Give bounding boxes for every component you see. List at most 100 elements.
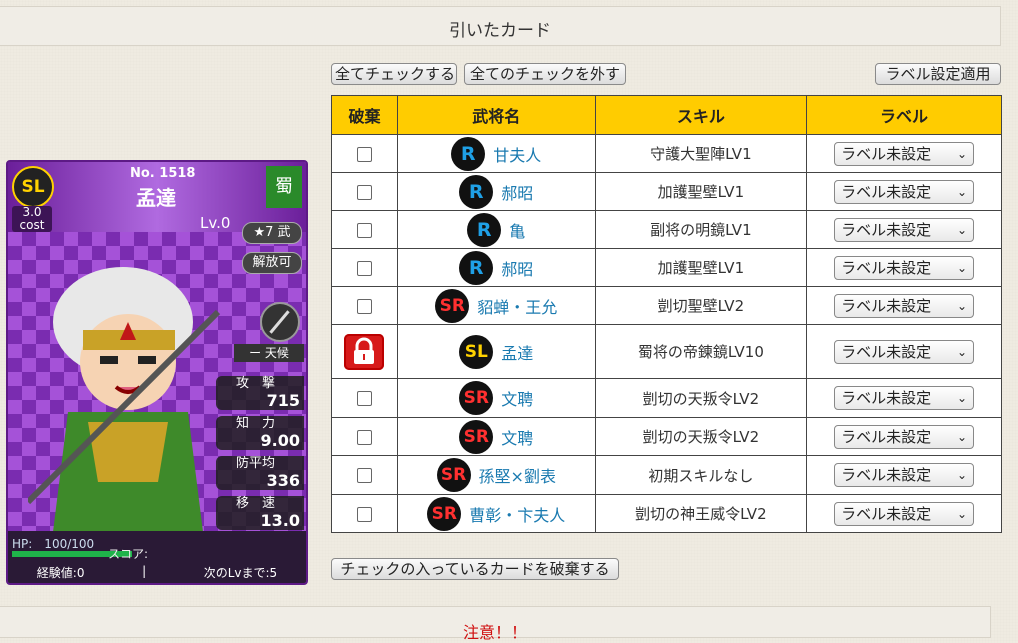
general-name-link[interactable]: 孫堅×劉表 (479, 463, 556, 487)
general-name-link[interactable]: 貂蝉・王允 (477, 294, 557, 318)
skill-cell: 加護聖壁LV1 (594, 248, 808, 287)
chevron-down-icon: ⌄ (957, 222, 968, 237)
label-select[interactable]: ラベル未設定 ⌄ (834, 424, 975, 449)
discard-checked-button[interactable]: チェックの入っているカードを破棄する (331, 558, 619, 580)
label-cell: ラベル未設定 ⌄ (806, 417, 1002, 456)
skill-cell: 剴切の神王威令LV2 (594, 494, 808, 533)
name-cell: SR 孫堅×劉表 (396, 455, 596, 495)
rarity-badge: SR (427, 496, 462, 531)
exp-separator: | (142, 564, 147, 578)
label-cell: ラベル未設定 ⌄ (806, 378, 1002, 418)
label-select[interactable]: ラベル未設定 ⌄ (834, 293, 975, 318)
label-select[interactable]: ラベル未設定 ⌄ (834, 386, 975, 410)
general-name-link[interactable]: 郝昭 (501, 256, 533, 280)
label-select[interactable]: ラベル未設定 ⌄ (834, 463, 975, 487)
discard-cell (331, 172, 398, 211)
stat-label: 攻 撃 (236, 376, 276, 391)
rarity-badge: R (451, 136, 486, 171)
name-wrap: SR 孫堅×劉表 (398, 458, 595, 492)
discard-checkbox[interactable] (356, 391, 372, 406)
name-wrap: R亀 (398, 212, 595, 247)
col-name: 武将名 (396, 95, 596, 135)
label-cell: ラベル未設定 ⌄ (806, 210, 1002, 249)
exp-text: 経験値:0 (36, 566, 85, 580)
name-wrap: R 郝昭 (398, 250, 595, 285)
general-name-link[interactable]: 文聘 (501, 386, 533, 410)
table-row: R 亀副将の明鏡LV1 ラベル未設定 ⌄ (331, 210, 1002, 249)
uncheck-all-button[interactable]: 全てのチェックを外す (464, 63, 626, 85)
discard-checkbox[interactable] (356, 429, 372, 445)
stat-speed: 移 速 13.0 (216, 496, 304, 530)
label-select-value: ラベル未設定 (841, 389, 932, 407)
name-wrap: R 甘夫人 (398, 136, 595, 171)
table-row: SR 文聘 剴切の天叛令LV2 ラベル未設定 ⌄ (331, 417, 1002, 456)
general-name-link[interactable]: 曹彰・卞夫人 (469, 502, 565, 526)
skill-cell: 剴切の天叛令LV2 (594, 378, 808, 418)
label-select[interactable]: ラベル未設定 ⌄ (834, 179, 975, 204)
lock-icon (344, 333, 385, 370)
general-name-link[interactable]: 亀 (509, 218, 525, 242)
section-header: 引いたカード (0, 6, 1001, 46)
discard-checkbox[interactable] (356, 506, 372, 522)
label-select-value: ラベル未設定 (841, 342, 932, 361)
chevron-down-icon: ⌄ (957, 468, 968, 482)
discard-checkbox[interactable] (356, 222, 372, 238)
chevron-down-icon: ⌄ (957, 391, 968, 405)
stat-value: 336 (266, 471, 300, 490)
general-name-link[interactable]: 郝昭 (501, 180, 533, 204)
name-wrap: SR 貂蝉・王允 (398, 288, 595, 323)
stat-value: 13.0 (260, 511, 300, 530)
label-cell: ラベル未設定 ⌄ (806, 248, 1002, 287)
score-text: スコア: (108, 547, 149, 561)
check-all-button[interactable]: 全てチェックする (331, 63, 457, 85)
rarity-badge: SR (459, 419, 494, 454)
stat-attack: 攻 撃 715 (216, 376, 304, 410)
discard-cell (331, 324, 398, 379)
discard-checkbox[interactable] (356, 468, 372, 483)
name-cell: SL 孟達 (396, 324, 596, 379)
label-cell: ラベル未設定 ⌄ (806, 494, 1002, 533)
rarity-badge: SR (435, 288, 470, 323)
label-select[interactable]: ラベル未設定 ⌄ (834, 217, 975, 242)
skill-cell: 副将の明鏡LV1 (594, 210, 808, 249)
apply-label-button[interactable]: ラベル設定適用 (875, 63, 1001, 85)
discard-checkbox[interactable] (356, 184, 372, 200)
label-select-value: ラベル未設定 (841, 427, 932, 446)
col-label: ラベル (806, 95, 1002, 135)
table-row: SR 貂蝉・王允 剴切聖壁LV2 ラベル未設定 ⌄ (331, 286, 1002, 325)
label-select[interactable]: ラベル未設定 ⌄ (834, 141, 975, 166)
label-select-value: ラベル未設定 (841, 258, 932, 277)
name-wrap: SR 文聘 (398, 381, 595, 415)
next-level-text: 次のLvまで:5 (203, 566, 278, 580)
card-status-bar: HP: 100/100 スコア: 経験値:0 | 次のLvまで:5 (8, 531, 306, 583)
col-skill: スキル (594, 95, 808, 135)
rarity-badge: R (459, 174, 494, 209)
stat-defense: 防平均 336 (216, 456, 304, 490)
general-name-link[interactable]: 孟達 (501, 340, 533, 364)
card-level: Lv.0 (200, 214, 231, 232)
table-row: SL 孟達 蜀将の帝錬鏡LV10 ラベル未設定 ⌄ (331, 324, 1002, 379)
table-header-row: 破棄 武将名 スキル ラベル (331, 95, 1002, 135)
discard-checkbox[interactable] (356, 298, 372, 314)
label-cell: ラベル未設定 ⌄ (806, 286, 1002, 325)
discard-checkbox[interactable] (356, 146, 372, 162)
discard-checkbox[interactable] (356, 260, 372, 276)
name-wrap: SR 曹彰・卞夫人 (398, 496, 595, 531)
table-row: SR 文聘 剴切の天叛令LV2 ラベル未設定 ⌄ (331, 378, 1002, 418)
section-title: 引いたカード (449, 21, 551, 41)
name-wrap: R 郝昭 (398, 174, 595, 209)
label-cell: ラベル未設定 ⌄ (806, 134, 1002, 173)
label-select[interactable]: ラベル未設定 ⌄ (834, 501, 975, 526)
skill-cell: 蜀将の帝錬鏡LV10 (594, 324, 808, 379)
discard-cell (331, 286, 398, 325)
general-name-link[interactable]: 甘夫人 (493, 142, 541, 166)
label-select[interactable]: ラベル未設定 ⌄ (834, 339, 975, 364)
rarity-badge: R (467, 212, 502, 247)
label-select[interactable]: ラベル未設定 ⌄ (834, 255, 975, 280)
character-portrait (28, 267, 221, 532)
general-name-link[interactable]: 文聘 (501, 425, 533, 449)
stat-label: 防平均 (236, 456, 276, 471)
discard-cell (331, 210, 398, 249)
name-cell: R 郝昭 (396, 248, 596, 287)
chevron-down-icon: ⌄ (957, 344, 968, 359)
